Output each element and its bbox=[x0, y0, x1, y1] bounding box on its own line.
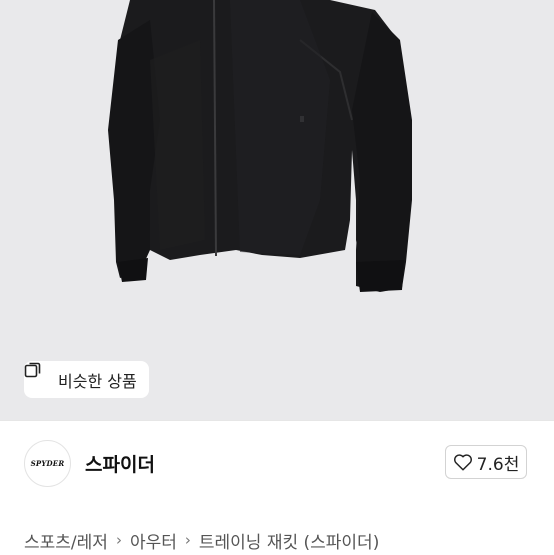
brand-logo-text: SPYDER bbox=[30, 459, 65, 468]
product-image-area[interactable]: 비슷한 상품 bbox=[0, 0, 554, 420]
similar-products-label: 비슷한 상품 bbox=[58, 371, 137, 391]
breadcrumb-item-sports-leisure[interactable]: 스포츠/레저 bbox=[24, 528, 108, 553]
breadcrumb-item-training-jacket[interactable]: 트레이닝 재킷 (스파이더) bbox=[199, 528, 379, 553]
chevron-right-icon: › bbox=[184, 531, 191, 549]
heart-outline-icon bbox=[453, 454, 472, 471]
chevron-right-icon: › bbox=[115, 531, 122, 549]
brand-row: SPYDER 스파이더 7.6천 bbox=[0, 421, 554, 511]
brand-logo[interactable]: SPYDER bbox=[24, 440, 71, 487]
similar-products-button[interactable]: 비슷한 상품 bbox=[24, 361, 149, 398]
brand-name[interactable]: 스파이더 bbox=[85, 450, 155, 477]
like-count: 7.6천 bbox=[476, 454, 520, 475]
similar-items-icon bbox=[24, 362, 52, 389]
product-image-jacket bbox=[108, 0, 412, 292]
breadcrumb-item-outer[interactable]: 아우터 bbox=[130, 528, 177, 553]
like-button[interactable]: 7.6천 bbox=[445, 445, 527, 479]
breadcrumb: 스포츠/레저 › 아우터 › 트레이닝 재킷 (스파이더) bbox=[24, 525, 379, 555]
